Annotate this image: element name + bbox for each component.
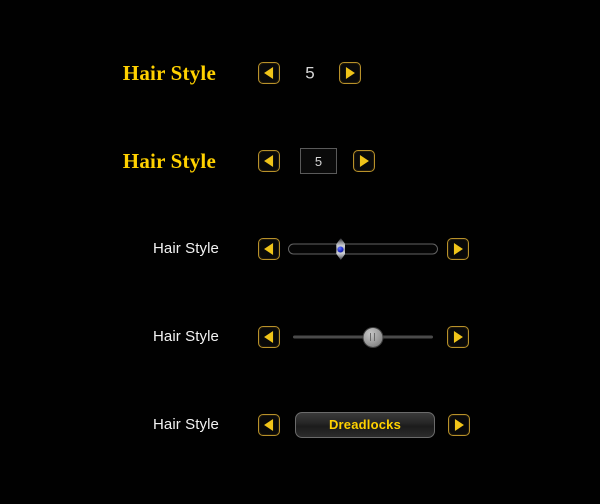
hair-style-slider-thumb-3[interactable] — [335, 238, 346, 260]
hair-style-next-button-3[interactable] — [447, 238, 469, 260]
hair-style-row-boxed-stepper: Hair Style — [0, 141, 600, 181]
hair-style-value-button-5[interactable]: Dreadlocks — [295, 412, 435, 438]
hair-style-value-1: 5 — [305, 63, 315, 83]
arrow-right-icon — [345, 67, 355, 79]
arrow-left-icon — [264, 331, 274, 343]
hair-style-row-plain-stepper: Hair Style 5 — [0, 53, 600, 93]
arrow-left-icon — [264, 419, 274, 431]
hair-style-label-4: Hair Style — [152, 328, 219, 345]
arrow-left-icon — [264, 243, 274, 255]
arrow-right-icon — [453, 331, 463, 343]
arrow-left-icon — [264, 155, 274, 167]
hair-style-next-button-1[interactable] — [339, 62, 361, 84]
hair-style-value-input-2[interactable] — [300, 148, 337, 174]
hair-style-label-3: Hair Style — [152, 240, 219, 257]
hair-style-prev-button-4[interactable] — [258, 326, 280, 348]
arrow-right-icon — [359, 155, 369, 167]
hair-style-row-gem-slider: Hair Style — [0, 229, 600, 269]
hair-style-prev-button-3[interactable] — [258, 238, 280, 260]
hair-style-label-1: Hair Style — [122, 61, 216, 85]
arrow-right-icon — [454, 419, 464, 431]
arrow-left-icon — [264, 67, 274, 79]
hair-style-label-2: Hair Style — [122, 149, 216, 173]
hair-style-slider-track-3[interactable] — [288, 238, 438, 260]
hair-style-prev-button-2[interactable] — [258, 150, 280, 172]
hair-style-prev-button-1[interactable] — [258, 62, 280, 84]
hair-style-prev-button-5[interactable] — [258, 414, 280, 436]
gem-icon — [337, 246, 344, 252]
arrow-right-icon — [453, 243, 463, 255]
hair-style-slider-thumb-4[interactable] — [363, 327, 383, 347]
hair-style-next-button-2[interactable] — [353, 150, 375, 172]
hair-style-next-button-5[interactable] — [448, 414, 470, 436]
hair-style-slider-track-4[interactable] — [293, 327, 433, 347]
hair-style-label-5: Hair Style — [152, 416, 219, 433]
hair-style-row-selector-button: Hair Style Dreadlocks — [0, 405, 600, 445]
grip-lines-icon — [370, 333, 376, 341]
hair-style-row-knob-slider: Hair Style — [0, 317, 600, 357]
hair-style-next-button-4[interactable] — [447, 326, 469, 348]
hair-style-options-panel: Hair Style 5 Hair Style Hair Style — [0, 0, 600, 504]
